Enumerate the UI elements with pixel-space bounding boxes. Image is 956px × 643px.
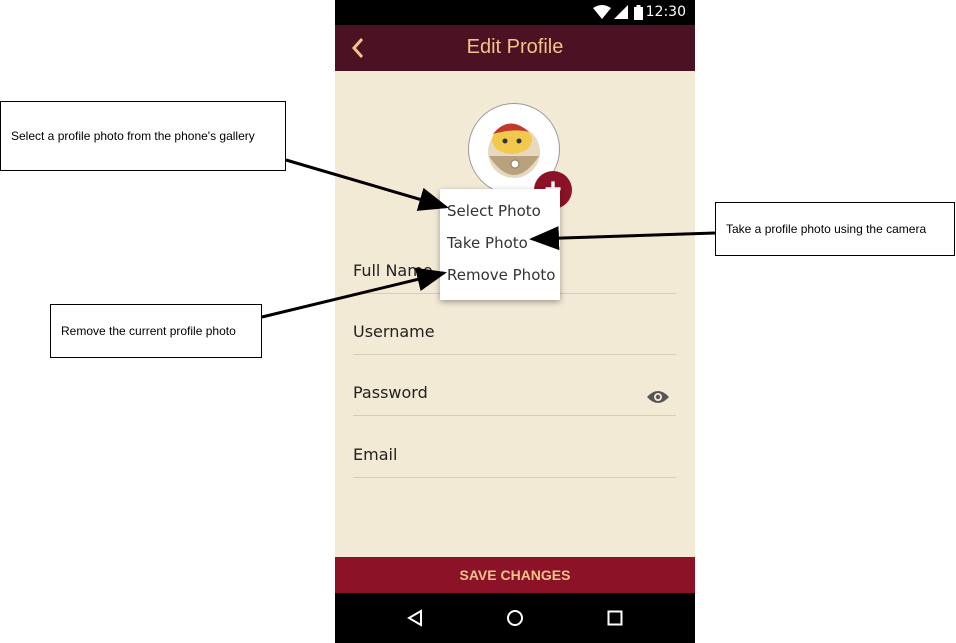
arrow-to-remove-photo [261,267,447,319]
arrow-to-take-photo [529,226,716,251]
arrow-to-select-photo [285,158,449,211]
annotation-arrows [261,158,716,319]
